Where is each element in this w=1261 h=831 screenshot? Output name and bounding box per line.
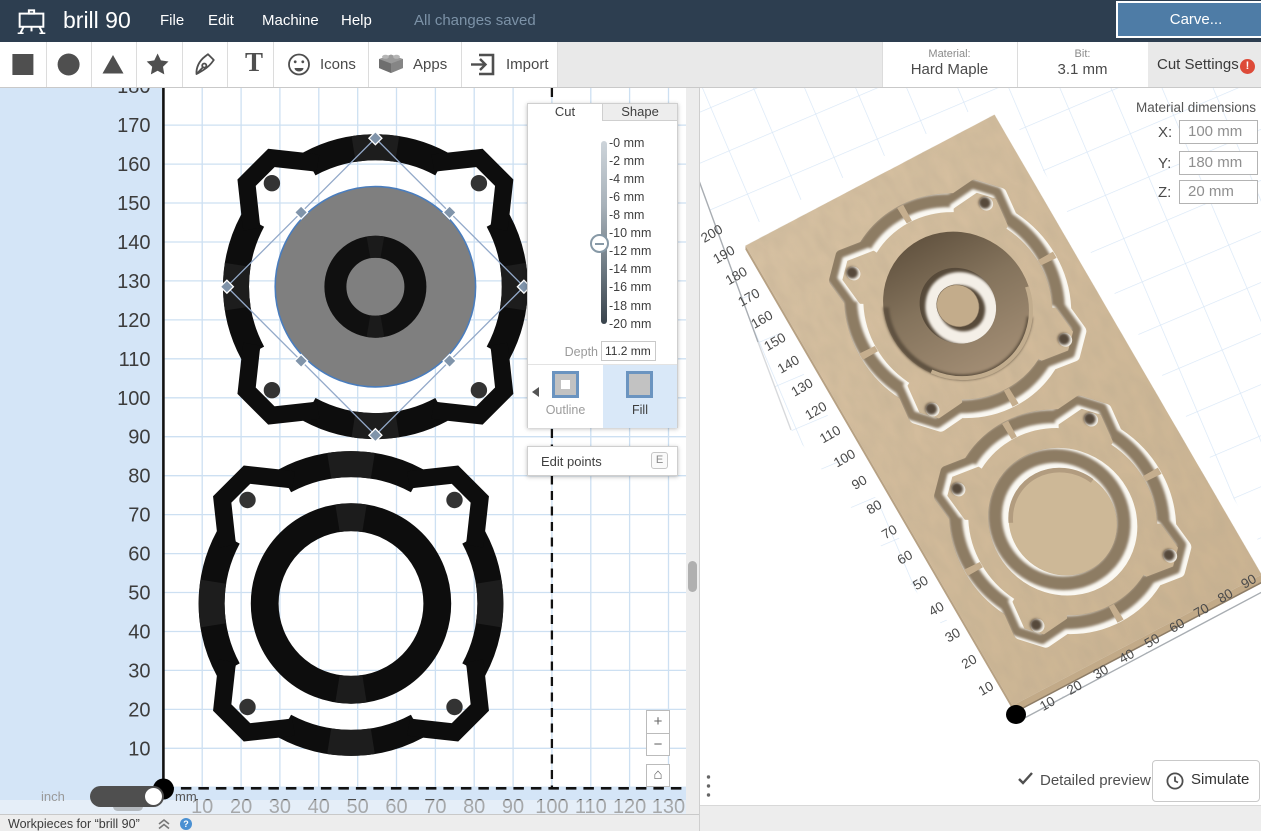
svg-text:160: 160 xyxy=(117,154,150,176)
svg-text:20: 20 xyxy=(128,699,150,721)
svg-text:90: 90 xyxy=(128,427,150,449)
svg-text:70: 70 xyxy=(128,505,150,527)
svg-text:130: 130 xyxy=(117,271,150,293)
svg-text:80: 80 xyxy=(128,466,150,488)
svg-text:10: 10 xyxy=(128,738,150,760)
svg-text:120: 120 xyxy=(117,310,150,332)
svg-text:60: 60 xyxy=(128,544,150,566)
svg-text:150: 150 xyxy=(117,193,150,215)
svg-text:180: 180 xyxy=(117,88,150,98)
svg-text:110: 110 xyxy=(119,349,151,371)
svg-text:50: 50 xyxy=(128,583,150,605)
svg-text:30: 30 xyxy=(128,660,150,682)
svg-text:140: 140 xyxy=(117,232,150,254)
svg-text:T: T xyxy=(245,47,263,77)
svg-text:40: 40 xyxy=(128,622,150,644)
svg-text:170: 170 xyxy=(117,115,150,137)
svg-text:100: 100 xyxy=(117,388,150,410)
